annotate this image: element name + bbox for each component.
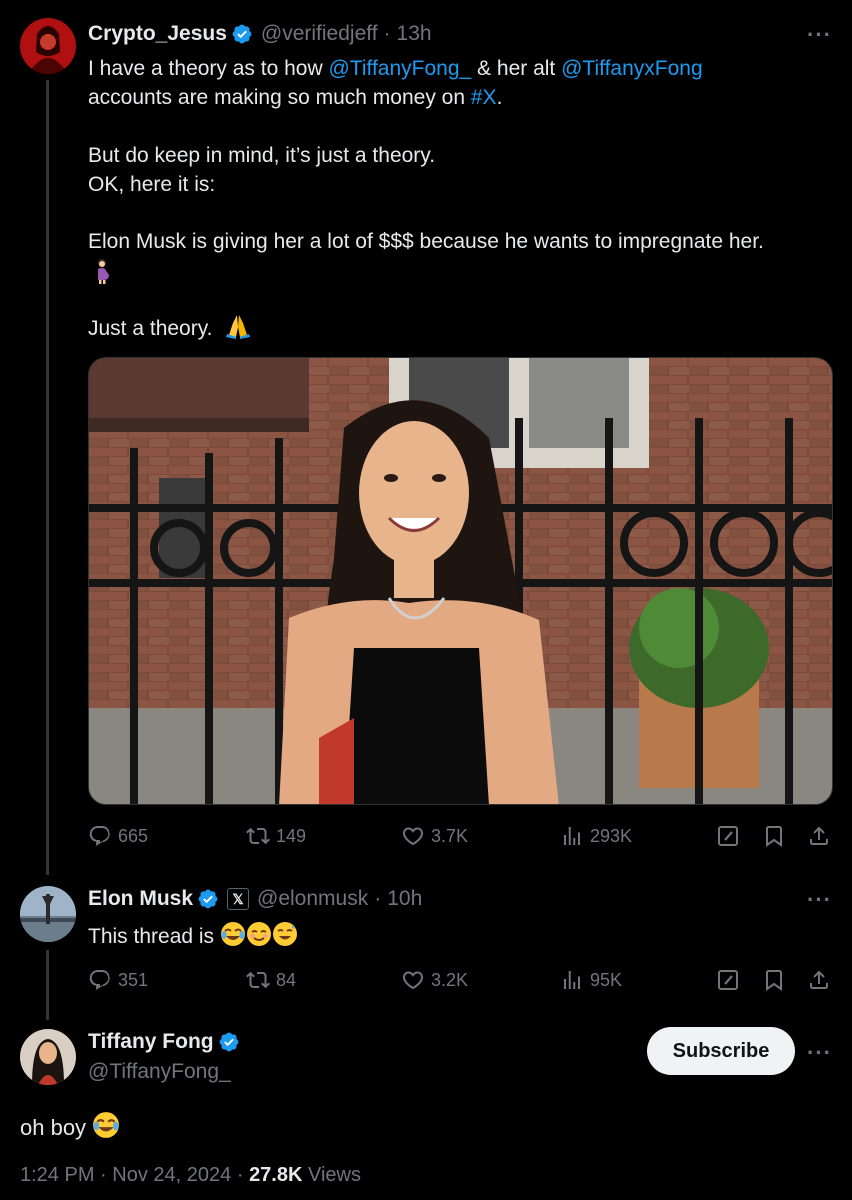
separator-dot: · [236,1164,244,1186]
tweet1-header: Crypto_Jesus @verifiedjeff · 13h [88,22,432,46]
views-button[interactable]: 293K [560,824,632,848]
more-options-icon[interactable]: ··· [807,22,832,48]
like-button[interactable]: 3.2K [401,968,468,992]
subscribe-button[interactable]: Subscribe [647,1027,795,1075]
timestamp[interactable]: 13h [397,22,432,46]
avatar-crypto-jesus[interactable] [20,18,76,74]
thread-line-1 [46,80,49,875]
views-count: 27.8K [249,1164,303,1186]
display-name[interactable]: Tiffany Fong [88,1030,214,1054]
grok-icon[interactable] [716,824,740,848]
verified-badge-icon [197,888,219,910]
timestamp[interactable]: 10h [387,887,422,911]
tweet-photo[interactable] [88,357,833,805]
tweet1-line3: But do keep in mind, it’s just a theory. [88,144,436,167]
heart-icon [402,971,424,990]
like-count: 3.2K [431,969,469,990]
post-date[interactable]: Nov 24, 2024 [112,1164,231,1186]
reply-count: 665 [118,825,149,846]
grinning-sweat-emoji [272,921,298,955]
pregnant-person-emoji [90,258,114,289]
views-button[interactable]: 95K [560,968,622,992]
views-chart-icon [564,827,580,845]
like-button[interactable]: 3.7K [401,824,468,848]
face-with-tears-of-joy-emoji [92,1111,120,1146]
mention-tiffanyfong[interactable]: @TiffanyFong_ [328,57,471,80]
mention-tiffanyxfong[interactable]: @TiffanyxFong [561,57,703,80]
tweet1-line7: Just a theory. [88,313,252,347]
more-options-icon[interactable]: ··· [807,1040,832,1066]
repost-icon [246,971,270,989]
text-segment: & her alt [471,57,562,80]
face-with-tears-of-joy-emoji [220,921,246,955]
repost-icon [246,827,270,845]
heart-icon [402,827,424,846]
reply-count: 351 [118,969,149,990]
separator-dot: · [100,1164,107,1186]
tweet1-line2: accounts are making so much money on #X. [88,83,502,112]
handle[interactable]: @elonmusk [257,887,368,911]
avatar-tiffany-fong[interactable] [20,1029,76,1085]
text-segment: . [496,86,503,109]
tweet1-line5: Elon Musk is giving her a lot of $$$ bec… [88,230,764,253]
tweet2-text-line: This thread is [88,921,298,955]
handle[interactable]: @TiffanyFong_ [88,1060,231,1084]
tweet3-name: Tiffany Fong [88,1030,248,1054]
text-segment: accounts are making so much money on [88,86,471,109]
text-segment: I have a theory as to how [88,57,329,80]
repost-count: 84 [276,969,297,990]
verified-badge-icon [218,1031,240,1053]
share-icon[interactable] [807,968,831,992]
tweet3-meta: 1:24 PM · Nov 24, 2024 · 27.8K Views [20,1164,361,1187]
repost-count: 149 [276,825,307,846]
reply-button[interactable]: 351 [88,968,148,992]
repost-button[interactable]: 84 [246,968,296,992]
reply-icon [89,826,110,847]
avatar-elon-musk[interactable] [20,886,76,942]
handle[interactable]: @verifiedjeff [261,22,378,46]
separator-dot: · [374,887,382,910]
repost-button[interactable]: 149 [246,824,306,848]
smiling-face-emoji [246,921,272,955]
tweet1-line4: OK, here it is: [88,173,216,196]
like-count: 3.7K [431,825,469,846]
reply-icon [89,970,110,991]
reply-button[interactable]: 665 [88,824,148,848]
views-count: 293K [590,825,633,846]
display-name[interactable]: Crypto_Jesus [88,22,227,46]
tweet3-text-line: oh boy [20,1111,120,1146]
more-options-icon[interactable]: ··· [807,887,832,913]
affiliate-x-badge-icon[interactable]: 𝕏 [227,888,250,910]
thread-line-2 [46,950,49,1020]
display-name[interactable]: Elon Musk [88,887,193,911]
grok-icon[interactable] [716,968,740,992]
verified-badge-icon [231,23,253,45]
tweet1-line1: I have a theory as to how @TiffanyFong_ … [88,54,703,83]
folded-hands-emoji [224,313,252,347]
tweet1-action-bar: 665 149 3.7K 293K [88,824,833,854]
tweet2-action-bar: 351 84 3.2K 95K [88,968,833,998]
post-time[interactable]: 1:24 PM [20,1164,94,1186]
views-label: Views [308,1164,361,1186]
tweet2-text: This thread is [88,925,215,948]
share-icon[interactable] [807,824,831,848]
tweet2-header: Elon Musk 𝕏 @elonmusk · 10h [88,887,422,911]
views-chart-icon [564,971,580,989]
hashtag-x[interactable]: #X [471,86,497,109]
views-count: 95K [590,969,623,990]
text-segment: Just a theory. [88,317,213,340]
bookmark-icon[interactable] [762,968,786,992]
tweet3-text: oh boy [20,1115,87,1140]
bookmark-icon[interactable] [762,824,786,848]
separator-dot: · [383,22,391,45]
